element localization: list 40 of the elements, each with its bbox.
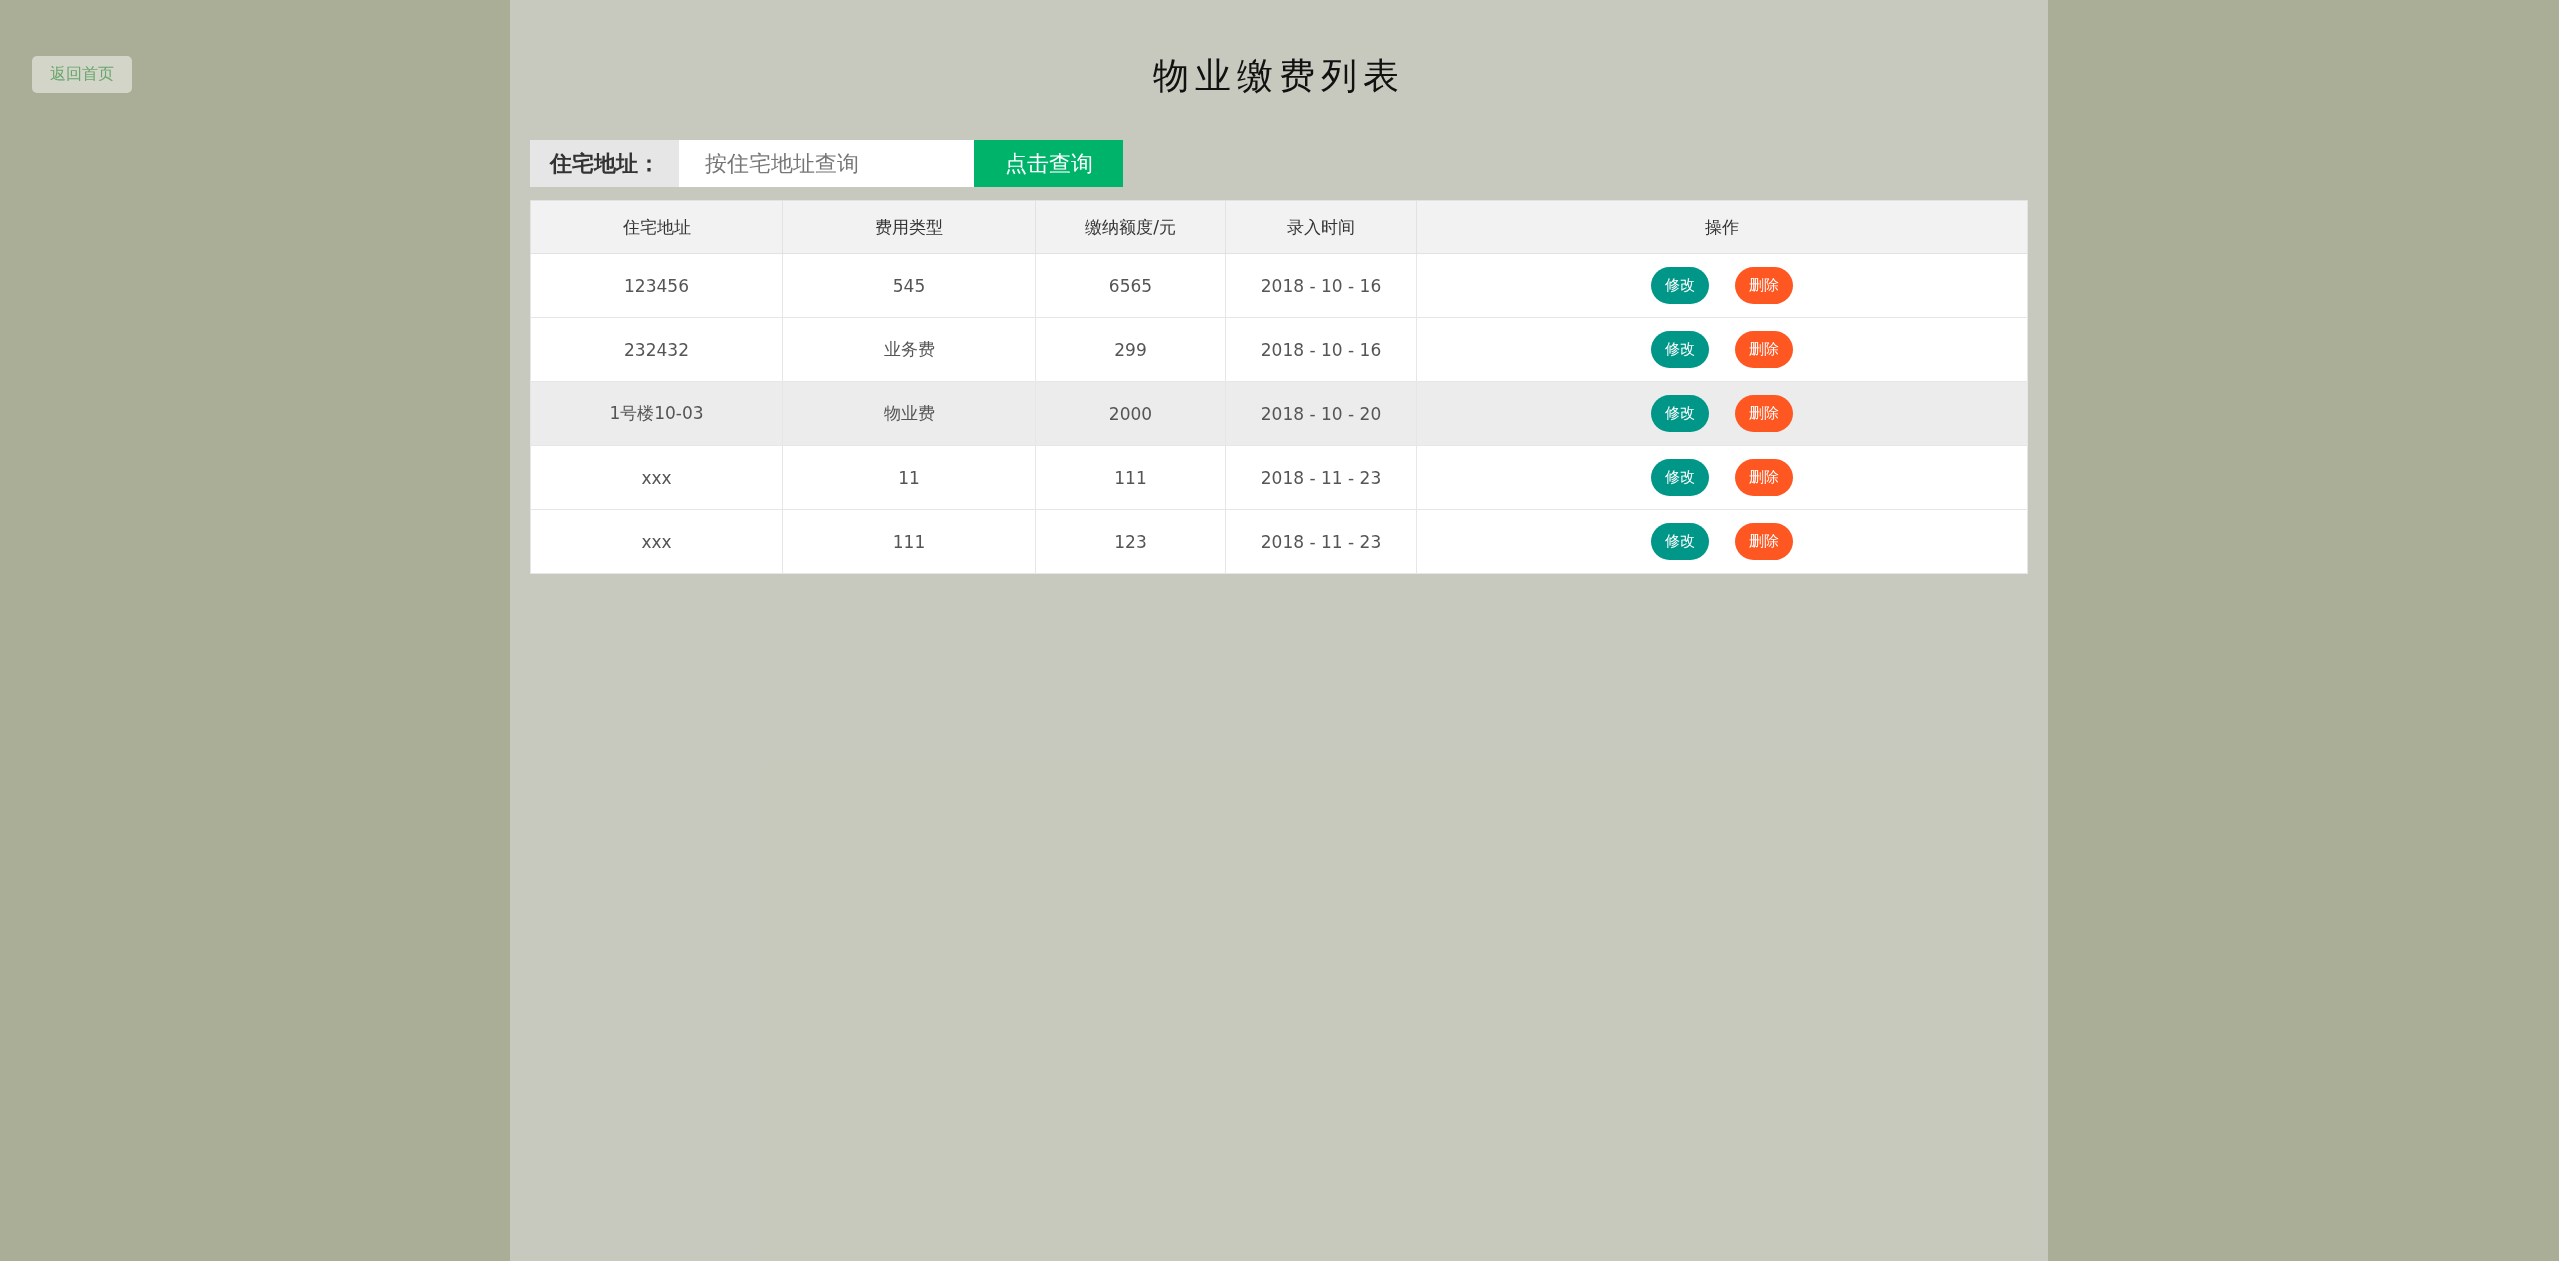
table-cell: 业务费: [782, 317, 1036, 382]
column-header: 操作: [1416, 200, 2028, 254]
table-cell: 6565: [1035, 253, 1226, 318]
edit-button[interactable]: 修改: [1651, 267, 1709, 304]
table-cell: 2018 - 10 - 20: [1225, 381, 1417, 446]
delete-button[interactable]: 删除: [1735, 267, 1793, 304]
edit-button[interactable]: 修改: [1651, 331, 1709, 368]
table-cell: 2018 - 10 - 16: [1225, 253, 1417, 318]
table-cell: 123: [1035, 509, 1226, 574]
table-cell: 232432: [530, 317, 783, 382]
address-search-field[interactable]: 按住宅地址查询: [679, 140, 974, 187]
table-cell: 2018 - 10 - 16: [1225, 317, 1417, 382]
column-header: 录入时间: [1225, 200, 1417, 254]
edit-button[interactable]: 修改: [1651, 395, 1709, 432]
back-home-button[interactable]: 返回首页: [32, 56, 132, 93]
column-header: 费用类型: [782, 200, 1036, 254]
delete-button[interactable]: 删除: [1735, 523, 1793, 560]
column-header: 缴纳额度/元: [1035, 200, 1226, 254]
table-cell: 111: [1035, 445, 1226, 510]
table-cell: xxx: [530, 445, 783, 510]
edit-button[interactable]: 修改: [1651, 523, 1709, 560]
page-title: 物业缴费列表: [1153, 54, 1405, 98]
column-header: 住宅地址: [530, 200, 783, 254]
table-cell: 物业费: [782, 381, 1036, 446]
table-cell: 299: [1035, 317, 1226, 382]
table-cell: 111: [782, 509, 1036, 574]
delete-button[interactable]: 删除: [1735, 331, 1793, 368]
table-cell: 2000: [1035, 381, 1226, 446]
table-cell: 1号楼10-03: [530, 381, 783, 446]
table-cell: 2018 - 11 - 23: [1225, 509, 1417, 574]
table-cell: 123456: [530, 253, 783, 318]
table-cell: 2018 - 11 - 23: [1225, 445, 1417, 510]
edit-button[interactable]: 修改: [1651, 459, 1709, 496]
table-cell: xxx: [530, 509, 783, 574]
table-cell: 545: [782, 253, 1036, 318]
delete-button[interactable]: 删除: [1735, 395, 1793, 432]
table-cell: 11: [782, 445, 1036, 510]
search-button[interactable]: 点击查询: [974, 140, 1123, 187]
search-label: 住宅地址：: [530, 140, 679, 187]
delete-button[interactable]: 删除: [1735, 459, 1793, 496]
